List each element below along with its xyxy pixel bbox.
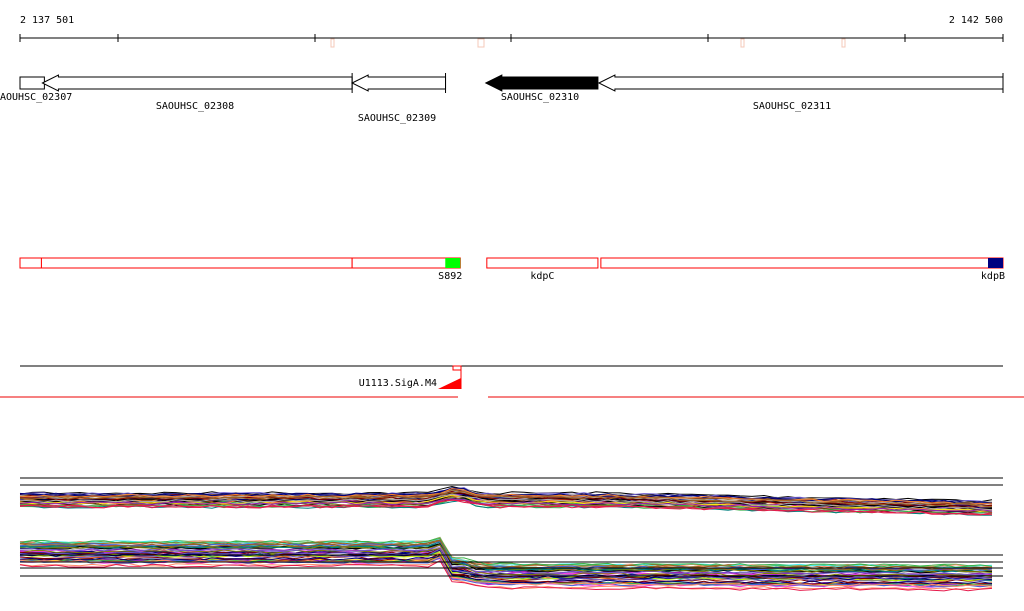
promoter-track: U1113.SigA.M4 <box>20 365 1003 389</box>
operon-label: kdpB <box>981 271 1005 282</box>
gene-track: AOUHSC_02307 SAOUHSC_02308 SAOUHSC_02309 SA… <box>0 73 1004 124</box>
operon-marker <box>445 258 461 268</box>
operon-label: S892 <box>438 271 462 282</box>
gene-SAOUHSC_02310[interactable]: SAOUHSC_02310 <box>484 74 599 103</box>
gene-SAOUHSC_02308[interactable]: SAOUHSC_02308 <box>41 73 353 112</box>
coordinate-ruler <box>19 34 1004 48</box>
operon-label: kdpC <box>530 271 554 282</box>
ruler-start-label: 2 137 501 <box>20 15 74 26</box>
promoter-box[interactable] <box>452 365 462 371</box>
operon-marker <box>988 258 1003 268</box>
operon-kdpB[interactable]: kdpB <box>600 257 1005 282</box>
gene-SAOUHSC_02309[interactable]: SAOUHSC_02309 <box>351 73 447 124</box>
gene-label[interactable]: AOUHSC_02307 <box>0 92 72 103</box>
gene-arrow[interactable] <box>597 74 1004 92</box>
ruler-marker <box>330 38 335 48</box>
gene-arrow[interactable] <box>41 74 353 92</box>
ruler-end-label: 2 142 500 <box>949 15 1003 26</box>
promoter-triangle-icon[interactable] <box>438 378 461 389</box>
gene-arrow[interactable] <box>484 74 599 92</box>
operon-track: S892 kdpC kdpB <box>19 257 1005 282</box>
operon-unnamed[interactable] <box>40 257 353 269</box>
operon-S892[interactable]: S892 <box>351 257 462 282</box>
operon-kdpC[interactable]: kdpC <box>486 257 599 282</box>
gene-SAOUHSC_02311[interactable]: SAOUHSC_02311 <box>597 73 1004 112</box>
operon-unnamed[interactable] <box>19 257 42 269</box>
genome-browser-view: 2 137 501 2 142 500 AOUHSC_02307 SAOUHSC_… <box>0 15 1024 592</box>
ruler-marker <box>841 38 846 48</box>
ruler-marker <box>477 38 485 48</box>
gene-label[interactable]: SAOUHSC_02309 <box>358 113 436 124</box>
ruler-marker <box>740 38 745 48</box>
gene-arrow[interactable] <box>351 74 447 92</box>
promoter-label[interactable]: U1113.SigA.M4 <box>359 378 437 389</box>
expression-profiles <box>19 477 1003 592</box>
gene-label[interactable]: SAOUHSC_02311 <box>753 101 831 112</box>
gene-label[interactable]: SAOUHSC_02310 <box>501 92 579 103</box>
gene-label[interactable]: SAOUHSC_02308 <box>156 101 234 112</box>
